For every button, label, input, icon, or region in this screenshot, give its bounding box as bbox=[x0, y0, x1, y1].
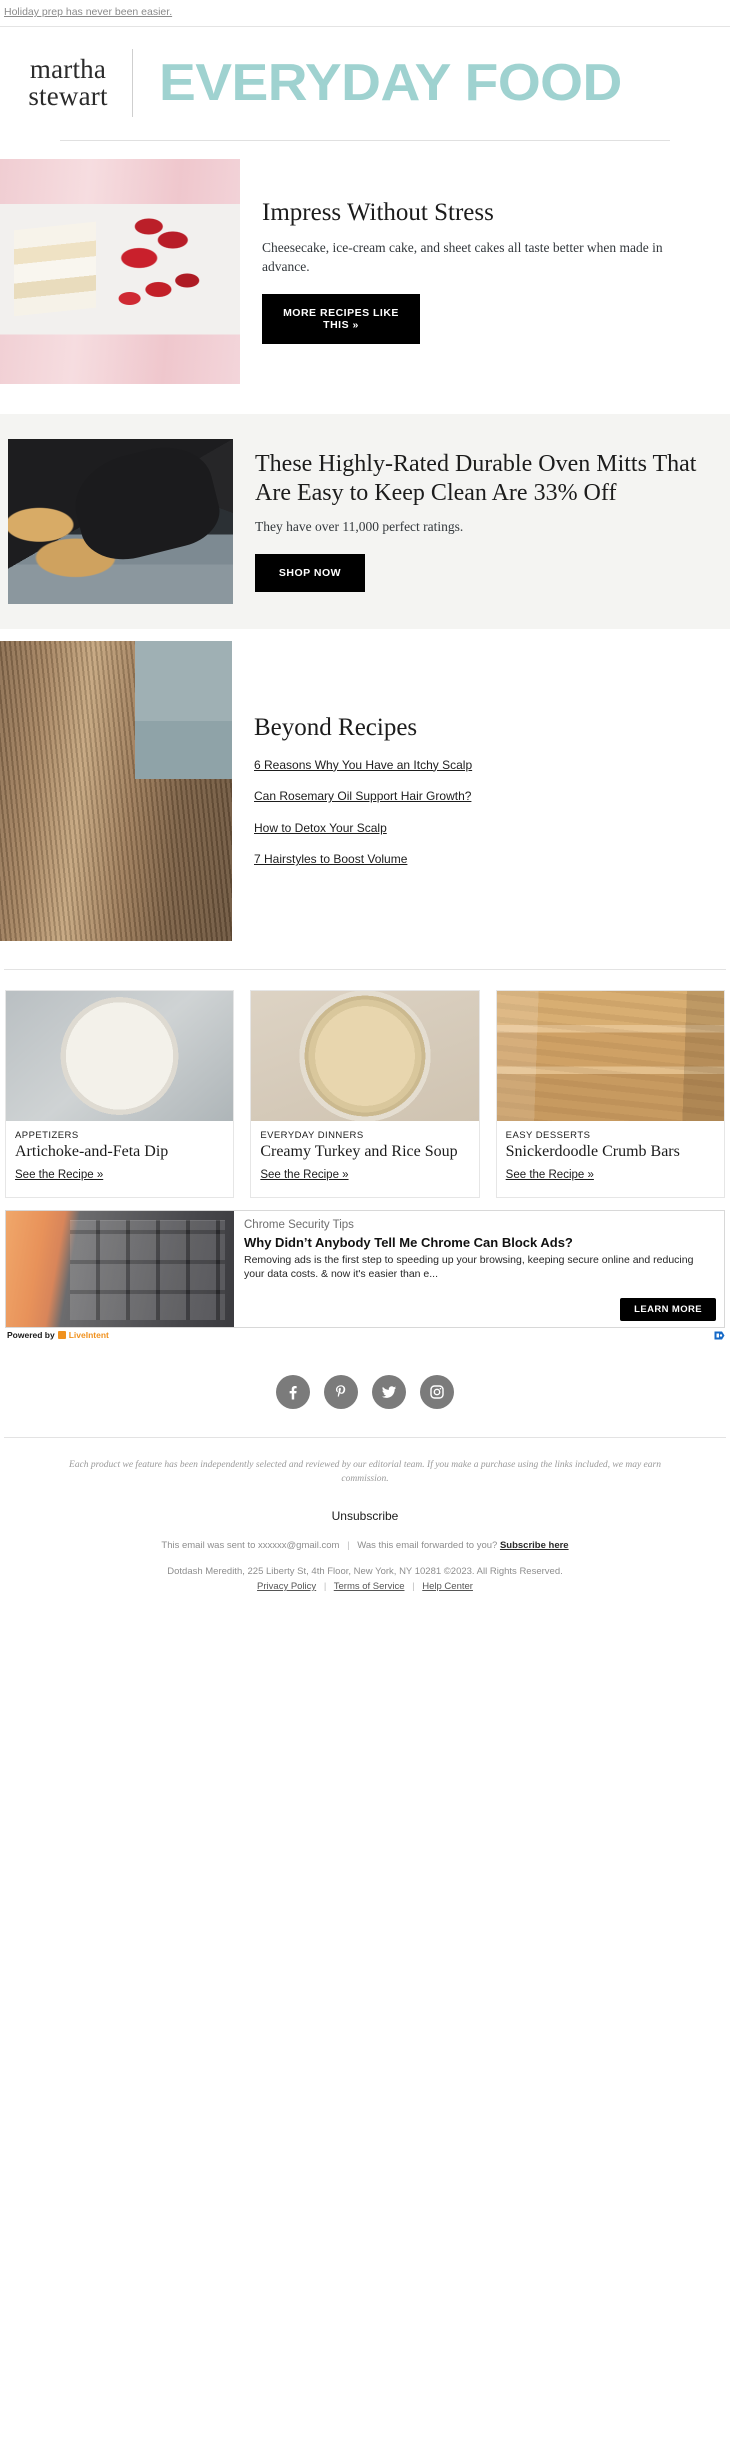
recipe-card-category: EVERYDAY DINNERS bbox=[260, 1129, 364, 1141]
feature-block-impress: Impress Without Stress Cheesecake, ice-c… bbox=[0, 158, 730, 384]
facebook-icon[interactable] bbox=[276, 1375, 310, 1410]
facebook-glyph bbox=[289, 1386, 297, 1400]
more-recipes-button[interactable]: MORE RECIPES LIKE THIS » bbox=[262, 294, 420, 344]
footer-sent-to-line: This email was sent to xxxxxx@gmail.com … bbox=[0, 1539, 730, 1554]
masthead-vertical-divider bbox=[132, 49, 133, 118]
beyond-link-itchy-scalp[interactable]: 6 Reasons Why You Have an Itchy Scalp bbox=[254, 758, 702, 774]
keyboard-finger-photo[interactable] bbox=[6, 1211, 234, 1328]
logo-line-1: martha bbox=[29, 53, 107, 84]
oven-mitt-photo-fill bbox=[8, 438, 233, 604]
oven-mitt-headline: These Highly-Rated Durable Oven Mitts Th… bbox=[255, 450, 697, 507]
preheader-text[interactable]: Holiday prep has never been easier. bbox=[0, 0, 730, 26]
forwarded-question: Was this email forwarded to you? bbox=[357, 1539, 498, 1551]
sponsored-ad-body: Chrome Security Tips Why Didn’t Anybody … bbox=[234, 1211, 724, 1327]
masthead-bottom-rule bbox=[60, 139, 670, 141]
adchoices-icon[interactable] bbox=[714, 1331, 725, 1340]
recipe-card-body: EASY DESSERTS Snickerdoodle Crumb Bars S… bbox=[497, 1121, 724, 1198]
recipe-card-title: Artichoke-and-Feta Dip bbox=[15, 1142, 169, 1160]
oven-mitt-photo[interactable] bbox=[8, 438, 233, 604]
impress-headline: Impress Without Stress bbox=[262, 199, 494, 227]
scalp-hair-photo[interactable] bbox=[0, 640, 232, 941]
sponsored-ad[interactable]: Chrome Security Tips Why Didn’t Anybody … bbox=[5, 1210, 725, 1329]
snickerdoodle-crumb-bars-photo-fill bbox=[496, 990, 724, 1121]
social-icon-row bbox=[0, 1341, 730, 1437]
feature-block-impress-text: Impress Without Stress Cheesecake, ice-c… bbox=[240, 159, 730, 384]
sheet-cake-photo-fill bbox=[0, 158, 240, 384]
unsubscribe-link-wrap: Unsubscribe bbox=[0, 1487, 730, 1539]
masthead: martha stewart EVERYDAY FOOD bbox=[0, 27, 730, 140]
feature-block-oven-mitts: These Highly-Rated Durable Oven Mitts Th… bbox=[0, 438, 730, 604]
beyond-recipes-text: Beyond Recipes 6 Reasons Why You Have an… bbox=[232, 641, 730, 941]
recipe-card-category: APPETIZERS bbox=[15, 1129, 79, 1141]
artichoke-feta-dip-photo-fill bbox=[6, 990, 234, 1121]
martha-stewart-logo[interactable]: martha stewart bbox=[18, 53, 118, 112]
recipe-card-title: Snickerdoodle Crumb Bars bbox=[505, 1142, 680, 1160]
liveintent-wordmark: LiveIntent bbox=[68, 1330, 109, 1341]
ad-title: Why Didn’t Anybody Tell Me Chrome Can Bl… bbox=[244, 1235, 573, 1251]
help-center-link[interactable]: Help Center bbox=[422, 1581, 473, 1592]
see-the-recipe-link[interactable]: See the Recipe » bbox=[506, 1169, 594, 1181]
pinterest-glyph bbox=[335, 1385, 346, 1398]
oven-mitt-band: These Highly-Rated Durable Oven Mitts Th… bbox=[0, 413, 730, 629]
turkey-rice-soup-photo[interactable] bbox=[251, 990, 479, 1121]
oven-mitt-dek: They have over 11,000 perfect ratings. bbox=[255, 519, 464, 535]
scalp-hair-photo-fill bbox=[0, 640, 232, 941]
ad-kicker: Chrome Security Tips bbox=[244, 1219, 354, 1232]
shop-now-button[interactable]: SHOP NOW bbox=[255, 554, 365, 593]
recipe-card-row: APPETIZERS Artichoke-and-Feta Dip See th… bbox=[0, 989, 730, 1199]
everyday-food-wordmark: EVERYDAY FOOD bbox=[159, 54, 622, 113]
artichoke-feta-dip-photo[interactable] bbox=[6, 990, 234, 1121]
beyond-recipes-headline: Beyond Recipes bbox=[254, 714, 418, 742]
see-the-recipe-link[interactable]: See the Recipe » bbox=[15, 1169, 103, 1181]
twitter-glyph bbox=[381, 1386, 397, 1399]
affiliate-disclaimer: Each product we feature has been indepen… bbox=[69, 1460, 661, 1485]
footer-separator: | bbox=[323, 1581, 327, 1593]
footer-address-line: Dotdash Meredith, 225 Liberty St, 4th Fl… bbox=[0, 1553, 730, 1594]
company-address: Dotdash Meredith, 225 Liberty St, 4th Fl… bbox=[167, 1566, 563, 1578]
snickerdoodle-crumb-bars-photo[interactable] bbox=[496, 990, 724, 1121]
beyond-recipes-block: Beyond Recipes 6 Reasons Why You Have an… bbox=[0, 640, 730, 941]
sent-to-prefix: This email was sent to bbox=[161, 1539, 256, 1551]
unsubscribe-link[interactable]: Unsubscribe bbox=[332, 1509, 399, 1523]
privacy-policy-link[interactable]: Privacy Policy bbox=[257, 1581, 316, 1592]
ad-description: Removing ads is the first step to speedi… bbox=[244, 1254, 694, 1280]
recipe-card-category: EASY DESSERTS bbox=[505, 1129, 591, 1141]
footer-separator: | bbox=[412, 1581, 415, 1593]
recipe-card-title: Creamy Turkey and Rice Soup bbox=[260, 1142, 458, 1160]
turkey-rice-soup-photo-fill bbox=[251, 990, 479, 1121]
recipe-card[interactable]: EVERYDAY DINNERS Creamy Turkey and Rice … bbox=[250, 989, 480, 1199]
logo-line-2: stewart bbox=[28, 81, 108, 112]
keyboard-finger-photo-fill bbox=[6, 1211, 234, 1328]
powered-by-liveintent[interactable]: Powered by LiveIntent bbox=[7, 1330, 109, 1340]
terms-of-service-link[interactable]: Terms of Service bbox=[334, 1581, 405, 1592]
see-the-recipe-link[interactable]: See the Recipe » bbox=[260, 1169, 348, 1181]
recipe-card-body: APPETIZERS Artichoke-and-Feta Dip See th… bbox=[6, 1121, 233, 1198]
feature-block-oven-mitts-text: These Highly-Rated Durable Oven Mitts Th… bbox=[233, 439, 730, 604]
instagram-icon[interactable] bbox=[420, 1375, 454, 1410]
liveintent-attribution-bar: Powered by LiveIntent bbox=[5, 1328, 725, 1341]
twitter-icon[interactable] bbox=[372, 1375, 406, 1410]
recipient-email: xxxxxx@gmail.com bbox=[258, 1539, 340, 1551]
cards-top-divider bbox=[4, 968, 726, 970]
footer-legal-links: Privacy Policy | Terms of Service | Help… bbox=[0, 1580, 730, 1595]
recipe-card-body: EVERYDAY DINNERS Creamy Turkey and Rice … bbox=[251, 1121, 478, 1198]
subscribe-here-link[interactable]: Subscribe here bbox=[500, 1540, 569, 1551]
recipe-card[interactable]: APPETIZERS Artichoke-and-Feta Dip See th… bbox=[5, 989, 235, 1199]
beyond-link-hairstyles[interactable]: 7 Hairstyles to Boost Volume bbox=[254, 852, 702, 868]
footer-separator: | bbox=[347, 1539, 350, 1551]
learn-more-button[interactable]: LEARN MORE bbox=[620, 1298, 716, 1322]
liveintent-mark-icon bbox=[57, 1331, 66, 1340]
instagram-glyph bbox=[430, 1385, 444, 1399]
impress-dek: Cheesecake, ice-cream cake, and sheet ca… bbox=[262, 239, 663, 274]
powered-by-label: Powered by bbox=[7, 1330, 55, 1341]
recipe-card[interactable]: EASY DESSERTS Snickerdoodle Crumb Bars S… bbox=[495, 989, 725, 1199]
sheet-cake-photo[interactable] bbox=[0, 158, 240, 384]
pinterest-icon[interactable] bbox=[324, 1375, 358, 1410]
beyond-link-detox-scalp[interactable]: How to Detox Your Scalp bbox=[254, 821, 702, 837]
beyond-link-rosemary-oil[interactable]: Can Rosemary Oil Support Hair Growth? bbox=[254, 789, 702, 805]
